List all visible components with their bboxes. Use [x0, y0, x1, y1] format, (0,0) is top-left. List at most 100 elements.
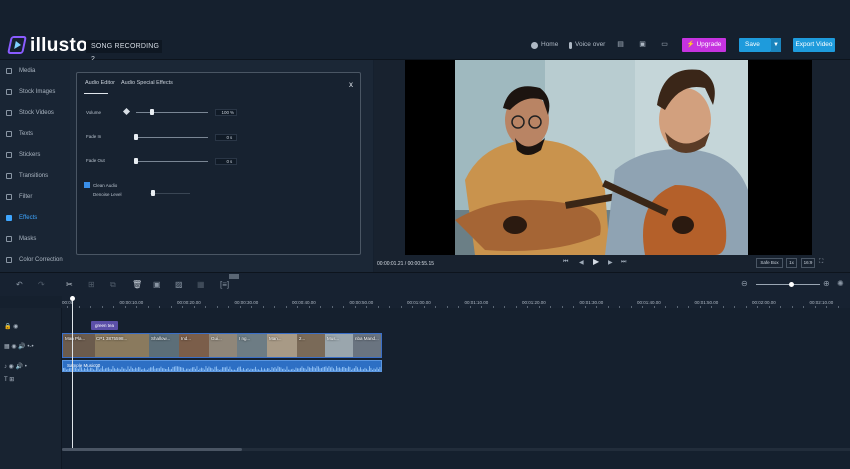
volume-slider-handle[interactable]	[149, 109, 154, 115]
picture-in-picture-icon[interactable]: ▣	[153, 280, 161, 289]
clipboard-icon[interactable]: ▣	[638, 40, 647, 49]
nav-home[interactable]: Home	[531, 40, 558, 50]
text-track-icon[interactable]: T	[4, 377, 8, 383]
fade-in-value-field[interactable]: 0	[215, 134, 237, 141]
video-icon	[6, 110, 12, 116]
eye-icon[interactable]: ◉	[13, 324, 18, 330]
waveform-bar	[135, 367, 136, 371]
nav-voice-over[interactable]: Voice over	[569, 40, 605, 50]
sidebar-item-stickers[interactable]: Stickers	[0, 146, 70, 164]
waveform-bar	[130, 366, 132, 371]
waveform-bar	[285, 369, 286, 371]
playhead[interactable]	[72, 296, 73, 451]
lock-icon[interactable]: 🔒	[4, 324, 11, 330]
denoise-slider-handle[interactable]	[151, 190, 155, 196]
step-back-icon[interactable]: ◀	[579, 259, 584, 266]
copy-icon[interactable]: ⧉	[110, 280, 116, 290]
eye-icon[interactable]: ◉	[11, 344, 16, 350]
waveform-bar	[99, 369, 100, 371]
close-icon[interactable]: x	[349, 80, 353, 89]
add-icon[interactable]: ⊞	[9, 377, 14, 383]
save-dropdown-button[interactable]: ▼	[771, 38, 781, 52]
sidebar-item-masks[interactable]: Masks	[0, 230, 70, 248]
volume-label: Volume	[86, 110, 102, 115]
sidebar-item-effects[interactable]: Effects	[0, 209, 70, 227]
waveform-bar	[189, 369, 190, 371]
sidebar-item-stock-videos[interactable]: Stock Videos	[0, 104, 70, 122]
scissors-icon[interactable]: ✂	[66, 280, 73, 289]
waveform-bar	[357, 367, 358, 371]
settings-icon[interactable]: ✺	[837, 279, 844, 288]
denoise-slider-track[interactable]	[150, 193, 190, 194]
fade-out-value-field[interactable]: 0	[215, 158, 237, 165]
waveform-bar	[312, 366, 313, 371]
redo-icon[interactable]: ↷	[38, 280, 45, 289]
waveform-bar	[247, 368, 249, 371]
waveform-bar	[334, 369, 336, 371]
timeline-scrollbar-thumb[interactable]	[62, 448, 242, 451]
safe-box-button[interactable]: Safe Box	[756, 258, 783, 268]
fade-out-slider-track[interactable]	[136, 161, 208, 162]
step-forward-icon[interactable]: ▶	[608, 259, 613, 266]
video-clip[interactable]: Man Pla... CP1 3875598... Shallow... Ind…	[62, 333, 382, 358]
eye-icon[interactable]: ◉	[9, 364, 14, 370]
export-video-button[interactable]: Export Video	[793, 38, 835, 52]
waveform-bar	[228, 369, 229, 371]
text-track-controls: 🔒 ◉	[4, 323, 18, 330]
play-icon[interactable]: ▶	[593, 257, 599, 266]
undo-icon[interactable]: ↶	[16, 280, 23, 289]
project-title[interactable]: SONG RECORDING 2	[86, 40, 162, 63]
waveform-bar	[303, 367, 304, 371]
aspect-ratio-button[interactable]: 16:9	[801, 258, 815, 268]
tab-audio-special-effects[interactable]: Audio Special Effects	[121, 80, 173, 86]
total-time: 00:00:55.15	[407, 261, 435, 267]
waveform-bar	[310, 368, 312, 371]
save-button[interactable]: Save	[739, 38, 771, 52]
sidebar-item-color-correction[interactable]: Color Correction	[0, 251, 70, 269]
text-clip[interactable]: green tea	[91, 321, 118, 330]
fade-in-slider-handle[interactable]	[134, 134, 138, 140]
tab-audio-editor[interactable]: Audio Editor	[85, 80, 115, 86]
more-dots-icon[interactable]: •-•	[27, 344, 33, 350]
audio-clip[interactable]: Sample Music00	[62, 360, 382, 372]
caption-icon[interactable]: [≡]	[220, 280, 229, 289]
zoom-out-icon[interactable]: ⊖	[741, 279, 748, 288]
split-icon[interactable]: ⊞	[88, 280, 95, 289]
freeze-frame-icon[interactable]: ▦	[197, 280, 205, 289]
waveform-bar	[114, 368, 115, 371]
fade-out-unit: s	[230, 159, 233, 164]
zoom-in-icon[interactable]: ⊕	[823, 279, 830, 288]
sidebar: Media Stock Images Stock Videos Texts St…	[0, 60, 70, 272]
speaker-icon[interactable]: 🔊	[18, 344, 25, 350]
sidebar-item-stock-images[interactable]: Stock Images	[0, 83, 70, 101]
fullscreen-icon[interactable]: ⛶	[819, 259, 823, 266]
fade-in-slider-track[interactable]	[136, 137, 208, 138]
effects-icon	[6, 215, 12, 221]
waveform-bar	[237, 367, 238, 371]
subtitle-icon[interactable]: ▤	[616, 40, 625, 49]
timeline-collapse-handle[interactable]	[229, 274, 239, 279]
speaker-icon[interactable]: 🔊	[16, 364, 23, 370]
waveform-bar	[108, 367, 109, 371]
keyboard-icon[interactable]: ▭	[660, 40, 669, 49]
waveform-bar	[379, 367, 381, 371]
sidebar-item-media[interactable]: Media	[0, 62, 70, 80]
waveform-bar	[322, 367, 324, 371]
upgrade-button[interactable]: ⚡ Upgrade	[682, 38, 726, 52]
trash-icon[interactable]: 🗑	[132, 280, 142, 289]
skip-forward-icon[interactable]: ⏭	[621, 259, 626, 266]
sidebar-item-texts[interactable]: Texts	[0, 125, 70, 143]
zoom-slider-handle[interactable]	[788, 282, 794, 287]
playhead-handle[interactable]	[70, 296, 75, 301]
more-dots-icon[interactable]: •	[25, 364, 27, 370]
clean-audio-checkbox[interactable]	[84, 182, 90, 188]
waveform-bar	[355, 366, 357, 371]
skip-back-icon[interactable]: ⏮	[563, 259, 568, 266]
volume-slider-track[interactable]	[136, 112, 208, 113]
speed-button[interactable]: 1x	[786, 258, 797, 268]
sidebar-item-transitions[interactable]: Transitions	[0, 167, 70, 185]
fade-out-slider-handle[interactable]	[134, 158, 138, 164]
image-crop-icon[interactable]: ▨	[175, 280, 183, 289]
waveform-bar	[127, 366, 129, 371]
sidebar-item-filter[interactable]: Filter	[0, 188, 70, 206]
